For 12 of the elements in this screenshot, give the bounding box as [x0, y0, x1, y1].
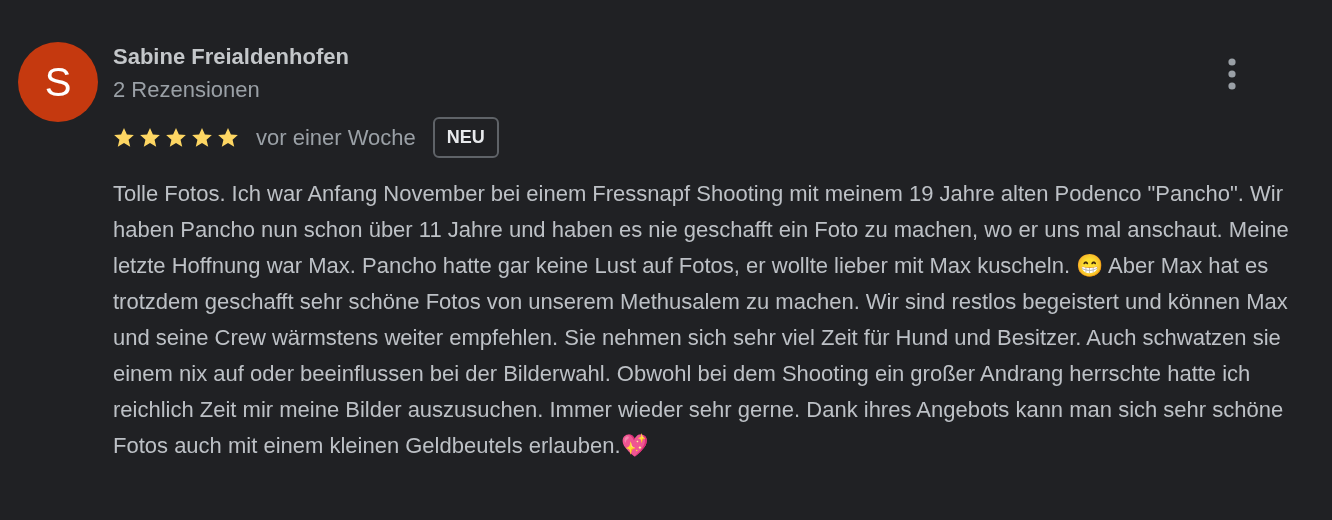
review-date: vor einer Woche [256, 124, 416, 151]
review-text: Tolle Fotos. Ich war Anfang November bei einem Fressnapf Shooting mit meinem 19 Jahre alten Podenco "Pancho". Wir haben Pancho nun schon über 11 Jahre und haben es nie geschafft ein Foto zu machen, wo er uns mal anschaut. Meine letzte Hoffnung war Max. Pancho hatte gar keine Lust auf Fotos, er wollte lieber mit Max kuscheln. 😁 Aber Max hat es trotzdem geschafft sehr schöne Fotos von unserem Methusalem zu machen. Wir sind restlos begeistert und können Max und seine Crew wärmstens weiter empfehlen. Sie nehmen sich sehr viel Zeit für Hund und Besitzer. Auch schwatzen sie einem nix auf oder beeinflussen bei der Bilderwahl. Obwohl bei dem Shooting ein großer Andrang herrschte hatte ich reichlich Zeit mir meine Bilder auszusuchen. Immer wieder sehr gerne. Dank ihres Angebots kann man sich sehr schöne Fotos auch mit einem kleinen Geldbeutels erlauben.💖 [113, 180, 1290, 460]
author-name: Sabine Freialdenhofen [113, 43, 349, 71]
star-icon [191, 127, 213, 148]
new-badge: NEU [432, 117, 499, 158]
star-icon [165, 127, 187, 148]
review-count: 2 Rezensionen [113, 76, 261, 104]
more-options-icon[interactable] [1228, 58, 1236, 90]
avatar: S [18, 42, 98, 122]
star-icon [139, 127, 161, 148]
star-icon [113, 127, 135, 148]
star-icon [217, 127, 239, 148]
